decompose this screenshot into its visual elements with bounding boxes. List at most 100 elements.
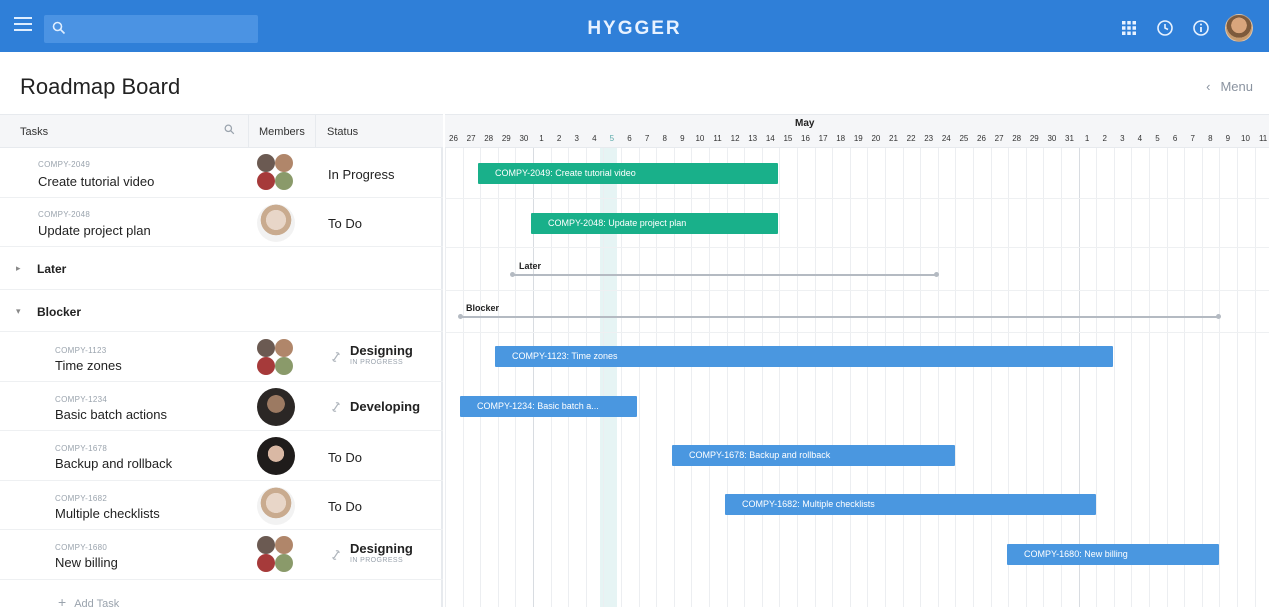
group-row-later[interactable]: ▸ Later bbox=[0, 247, 443, 290]
gantt-bar[interactable]: COMPY-2048: Update project plan bbox=[531, 213, 778, 234]
apps-grid-icon[interactable] bbox=[1117, 16, 1141, 40]
menu-label: Menu bbox=[1220, 79, 1253, 94]
day-gridline bbox=[867, 148, 869, 607]
member-avatar[interactable] bbox=[257, 388, 295, 426]
group-title: Blocker bbox=[37, 305, 82, 319]
add-task-button[interactable]: + Add Task bbox=[58, 594, 119, 610]
task-row[interactable]: COMPY-1680 New billing Designing IN PROG… bbox=[0, 530, 443, 580]
task-status[interactable]: In Progress bbox=[328, 167, 394, 182]
day-label: 28 bbox=[484, 134, 494, 143]
day-gridline bbox=[849, 148, 851, 607]
member-avatars[interactable] bbox=[257, 154, 295, 192]
day-label: 7 bbox=[1190, 134, 1195, 143]
day-gridline bbox=[814, 148, 816, 607]
task-title[interactable]: Backup and rollback bbox=[55, 456, 172, 471]
task-title[interactable]: New billing bbox=[55, 555, 118, 570]
chevron-down-icon[interactable]: ▾ bbox=[16, 306, 21, 317]
gantt-bar[interactable]: COMPY-1123: Time zones bbox=[495, 346, 1113, 367]
gantt-bar[interactable]: COMPY-2049: Create tutorial video bbox=[478, 163, 778, 184]
task-status[interactable]: Developing bbox=[350, 399, 420, 414]
search-tasks-icon[interactable] bbox=[224, 124, 235, 138]
day-label: 26 bbox=[449, 134, 458, 143]
gantt-bar[interactable]: COMPY-1234: Basic batch a... bbox=[460, 396, 637, 417]
day-label: 6 bbox=[1172, 134, 1178, 143]
day-label: 22 bbox=[906, 134, 916, 143]
task-row[interactable]: COMPY-1682 Multiple checklists To Do bbox=[0, 481, 443, 530]
day-gridline bbox=[832, 148, 834, 607]
member-avatars[interactable] bbox=[257, 536, 295, 574]
member-avatar[interactable] bbox=[257, 487, 295, 525]
chevron-right-icon[interactable]: ▸ bbox=[16, 263, 21, 274]
user-avatar[interactable] bbox=[1225, 14, 1253, 42]
info-icon[interactable] bbox=[1189, 16, 1213, 40]
task-title[interactable]: Basic batch actions bbox=[55, 407, 167, 422]
task-title[interactable]: Time zones bbox=[55, 358, 122, 373]
task-status[interactable]: Designing IN PROGRESS bbox=[350, 541, 413, 564]
task-status[interactable]: To Do bbox=[328, 499, 362, 514]
group-span-end bbox=[1216, 314, 1221, 319]
day-label: 24 bbox=[941, 134, 951, 143]
day-label: 5 bbox=[609, 134, 615, 143]
column-header-status[interactable]: Status bbox=[327, 126, 358, 138]
row-divider bbox=[445, 290, 1269, 291]
day-label: 12 bbox=[730, 134, 740, 143]
search-box[interactable] bbox=[44, 15, 258, 43]
day-gridline bbox=[1096, 148, 1098, 607]
task-row[interactable]: COMPY-2048 Update project plan To Do bbox=[0, 198, 443, 247]
day-gridline bbox=[937, 148, 939, 607]
day-label: 9 bbox=[1225, 134, 1231, 143]
task-row[interactable]: COMPY-2049 Create tutorial video In Prog… bbox=[0, 148, 443, 198]
group-span-line[interactable] bbox=[512, 274, 937, 276]
task-code: COMPY-1678 bbox=[55, 444, 108, 453]
task-status[interactable]: Designing IN PROGRESS bbox=[350, 343, 413, 366]
clock-icon[interactable] bbox=[1153, 16, 1177, 40]
menu-button[interactable]: ‹ Menu bbox=[1206, 79, 1253, 94]
day-label: 15 bbox=[783, 134, 793, 143]
day-gridline bbox=[1043, 148, 1045, 607]
day-gridline bbox=[515, 148, 517, 607]
task-code: COMPY-2049 bbox=[38, 160, 91, 169]
day-gridline bbox=[920, 148, 922, 607]
task-row[interactable]: COMPY-1123 Time zones Designing IN PROGR… bbox=[0, 332, 443, 382]
day-label: 9 bbox=[680, 134, 685, 143]
task-status[interactable]: To Do bbox=[328, 450, 362, 465]
group-span-start bbox=[510, 272, 515, 277]
menu-icon[interactable] bbox=[14, 17, 32, 35]
group-span-end bbox=[934, 272, 939, 277]
day-label: 3 bbox=[1120, 134, 1125, 143]
day-label: 26 bbox=[977, 134, 986, 143]
day-gridline bbox=[1078, 148, 1080, 607]
gantt-bar[interactable]: COMPY-1682: Multiple checklists bbox=[725, 494, 1096, 515]
task-row[interactable]: COMPY-1234 Basic batch actions Developin… bbox=[0, 382, 443, 431]
plus-icon: + bbox=[58, 594, 67, 610]
search-input[interactable] bbox=[70, 19, 250, 39]
member-avatar[interactable] bbox=[257, 437, 295, 475]
gantt-bar[interactable]: COMPY-1680: New billing bbox=[1007, 544, 1219, 565]
member-avatar[interactable] bbox=[257, 204, 295, 242]
group-row-blocker[interactable]: ▾ Blocker bbox=[0, 290, 443, 332]
day-label: 1 bbox=[539, 134, 544, 143]
task-title[interactable]: Multiple checklists bbox=[55, 506, 160, 521]
column-header-members[interactable]: Members bbox=[248, 115, 316, 147]
day-label: 14 bbox=[765, 134, 775, 143]
day-gridline bbox=[1237, 148, 1238, 607]
day-gridline bbox=[497, 148, 499, 607]
task-code: COMPY-1234 bbox=[55, 395, 108, 404]
row-divider bbox=[445, 332, 1269, 333]
day-label: 29 bbox=[501, 134, 511, 143]
column-header-tasks[interactable]: Tasks bbox=[20, 126, 48, 138]
gantt-bar[interactable]: COMPY-1678: Backup and rollback bbox=[672, 445, 955, 466]
day-label: 8 bbox=[662, 134, 667, 143]
day-label: 30 bbox=[519, 134, 529, 143]
member-avatars[interactable] bbox=[257, 339, 295, 377]
task-code: COMPY-1123 bbox=[55, 346, 107, 355]
day-gridline bbox=[445, 148, 446, 607]
task-title[interactable]: Create tutorial video bbox=[38, 174, 154, 189]
task-status[interactable]: To Do bbox=[328, 216, 362, 231]
group-span-line[interactable] bbox=[460, 316, 1220, 318]
day-gridline bbox=[797, 148, 798, 607]
day-label: 27 bbox=[994, 134, 1004, 143]
task-title[interactable]: Update project plan bbox=[38, 223, 151, 238]
task-row[interactable]: COMPY-1678 Backup and rollback To Do bbox=[0, 431, 443, 481]
day-gridline bbox=[973, 148, 974, 607]
